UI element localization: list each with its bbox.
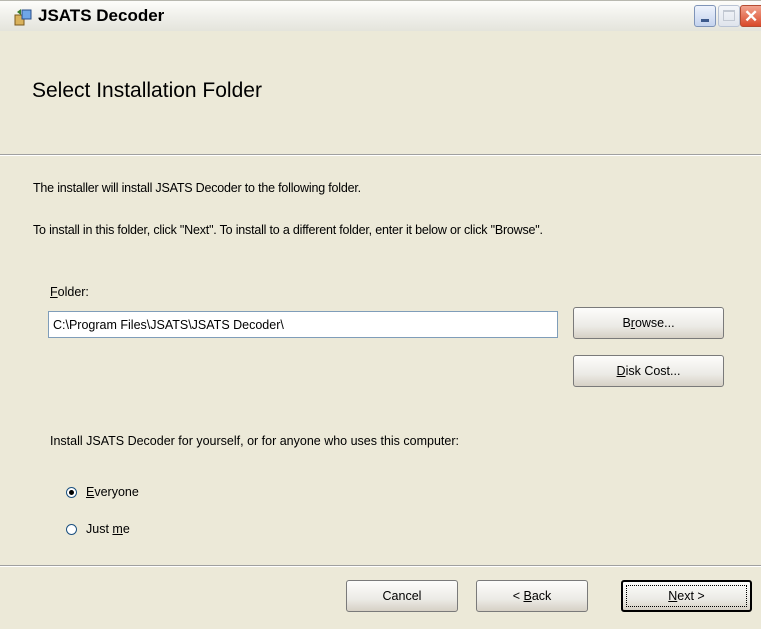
page-title: Select Installation Folder — [32, 79, 262, 102]
maximize-button[interactable] — [718, 5, 740, 27]
minimize-icon — [701, 19, 709, 22]
radio-everyone-label: Everyone — [86, 485, 139, 499]
divider-highlight — [0, 155, 761, 156]
install-instructions: To install in this folder, click "Next".… — [33, 223, 543, 237]
install-description: The installer will install JSATS Decoder… — [33, 181, 361, 195]
radio-just-me-label: Just me — [86, 522, 130, 536]
maximize-icon — [723, 10, 735, 21]
window-title: JSATS Decoder — [38, 6, 165, 25]
next-button[interactable]: Next > — [621, 580, 752, 612]
minimize-button[interactable] — [694, 5, 716, 27]
radio-everyone[interactable]: Everyone — [66, 485, 139, 499]
disk-cost-button[interactable]: Disk Cost... — [573, 355, 724, 387]
folder-path-input[interactable] — [48, 311, 558, 338]
browse-button[interactable]: Br owse... — [573, 307, 724, 339]
installer-app-icon — [14, 9, 32, 26]
close-button[interactable]: ✕ — [740, 5, 761, 27]
install-for-prompt: Install JSATS Decoder for yourself, or f… — [50, 434, 459, 448]
radio-button[interactable] — [66, 523, 77, 535]
title-bar[interactable]: JSATS Decoder ✕ — [0, 0, 761, 31]
cancel-button[interactable]: Cancel — [346, 580, 458, 612]
radio-just-me[interactable]: Just me — [66, 522, 130, 536]
folder-label: Folder: — [50, 285, 89, 299]
back-button[interactable]: < Back — [476, 580, 588, 612]
focus-rect: Next > — [626, 585, 747, 607]
footer-divider-highlight — [0, 566, 761, 567]
close-icon: ✕ — [744, 7, 759, 26]
radio-button-selected[interactable] — [66, 486, 77, 498]
